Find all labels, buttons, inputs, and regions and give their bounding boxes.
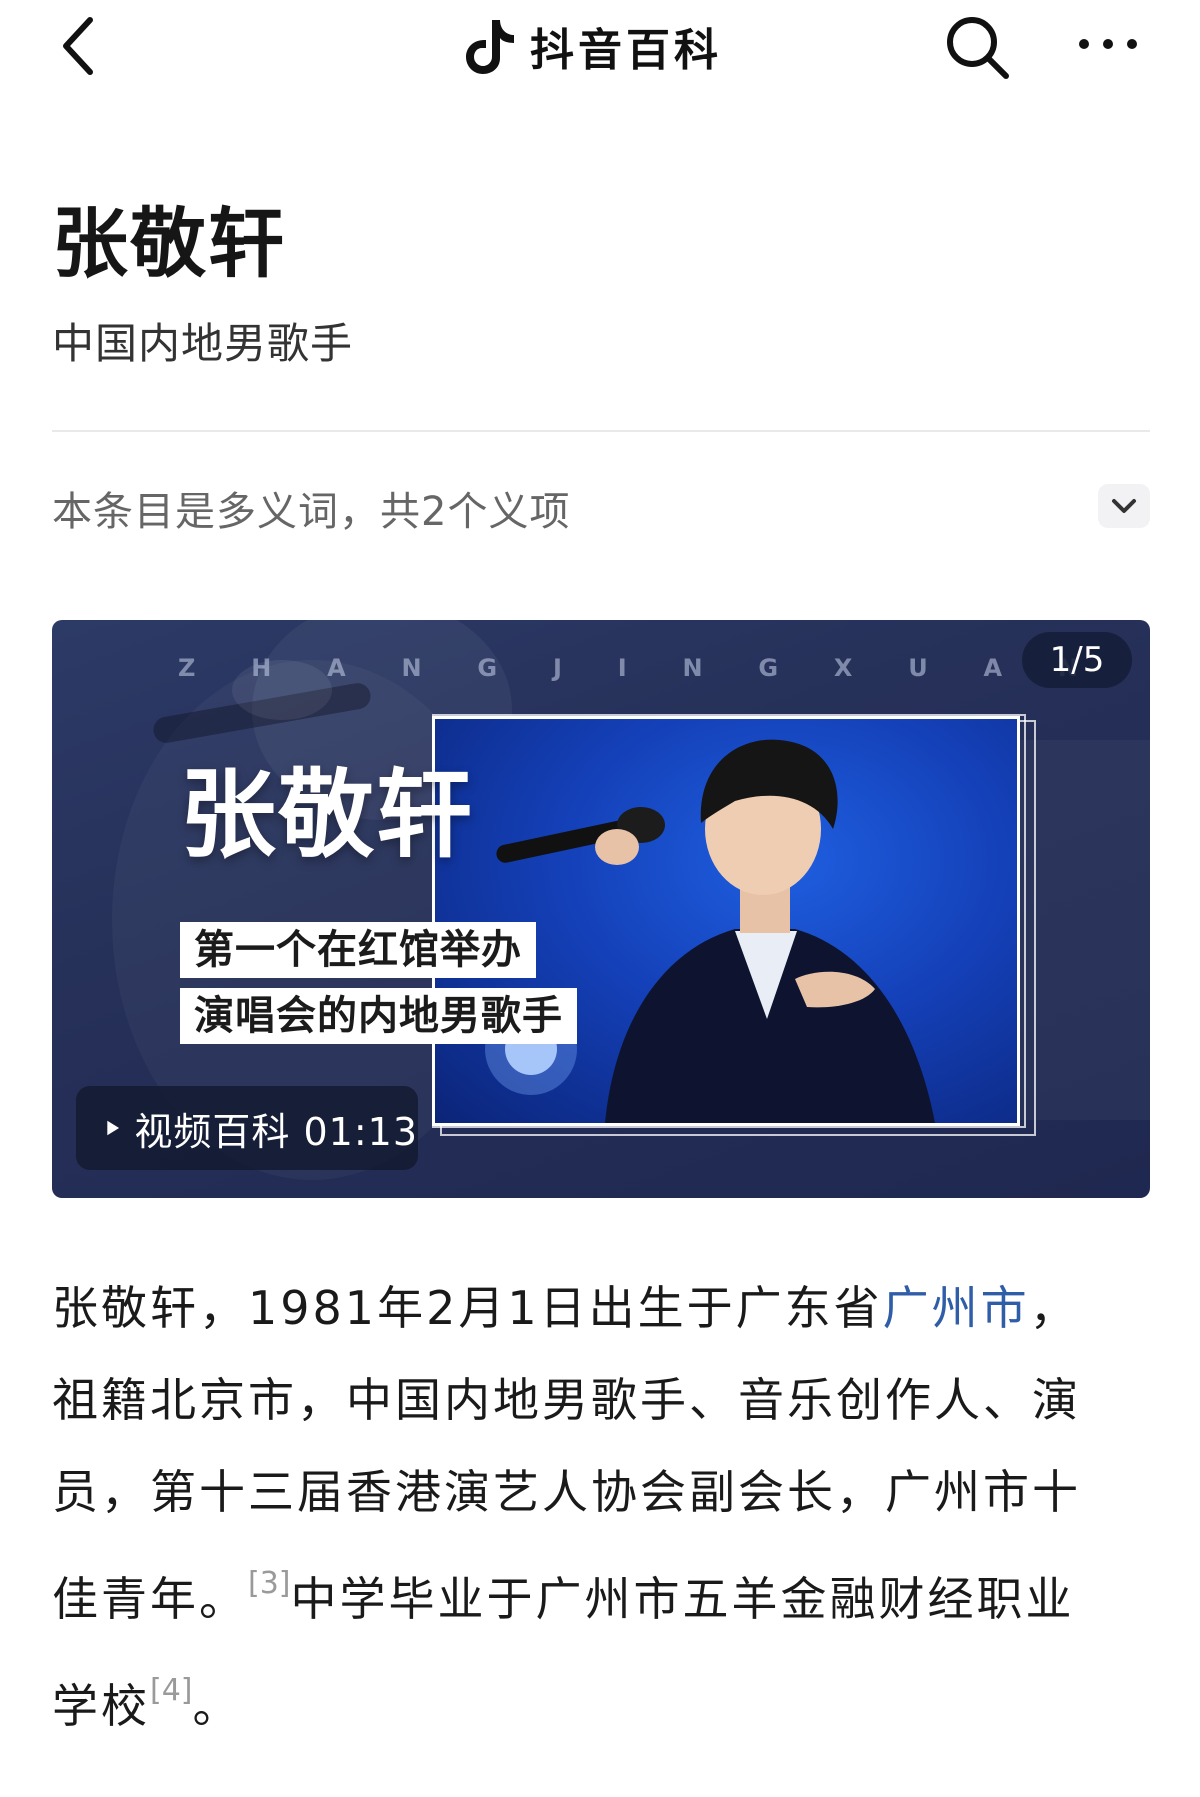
caption-line-2: 演唱会的内地男歌手 [180, 988, 577, 1044]
ticker-letter: N [682, 654, 703, 682]
video-chip-label: 视频百科 01:13 [134, 1109, 418, 1154]
search-icon [947, 17, 1009, 79]
ticker-letter: J [552, 654, 562, 682]
polysemy-note[interactable]: 本条目是多义词，共2个义项 [52, 484, 570, 540]
ticker-letter: Z [178, 654, 196, 682]
divider [52, 430, 1150, 432]
video-encyclopedia-play-chip[interactable]: 视频百科 01:13 [76, 1086, 418, 1170]
douyin-logo-icon [466, 20, 514, 74]
caption-line-1: 第一个在红馆举办 [180, 922, 536, 978]
search-button[interactable] [942, 12, 1014, 84]
pinyin-ticker: Z H A N G J I N G X U A N [178, 654, 1078, 682]
expand-senses-button[interactable] [1098, 484, 1150, 528]
ticker-letter: I [617, 654, 627, 682]
video-card[interactable]: Z H A N G J I N G X U A N 1/5 [52, 620, 1150, 1198]
more-button[interactable] [1076, 24, 1140, 64]
page-title: 张敬轩 [52, 199, 286, 288]
reference-4[interactable]: [4] [150, 1673, 193, 1708]
singer-photo [432, 716, 1020, 1126]
overlay-name-title: 张敬轩 [180, 759, 474, 871]
ticker-letter: G [758, 654, 779, 682]
ticker-letter: U [908, 654, 928, 682]
back-arrow-icon [63, 17, 93, 75]
slide-counter-badge: 1/5 [1022, 632, 1132, 688]
ticker-letter: N [401, 654, 422, 682]
ticker-letter: A [327, 654, 346, 682]
top-navigation-bar: 抖音百科 [0, 0, 1200, 100]
ticker-letter: A [983, 654, 1003, 682]
city-link[interactable]: 广州市 [883, 1281, 1030, 1335]
summary-paragraph: 张敬轩，1981年2月1日出生于广东省广州市，祖籍北京市，中国内地男歌手、音乐创… [52, 1262, 1112, 1752]
encyclopedia-page: 抖音百科 张敬轩 中国内地男歌手 本条目是多义词，共2个义项 Z H A N G… [0, 0, 1200, 1797]
chevron-down-icon [1112, 499, 1136, 513]
ticker-letter: X [833, 654, 853, 682]
ticker-letter: H [251, 654, 272, 682]
back-button[interactable] [52, 14, 112, 78]
brand-title: 抖音百科 [530, 25, 722, 76]
ticker-letter: G [477, 654, 498, 682]
summary-text-part: 。 [192, 1679, 242, 1733]
play-icon [107, 1120, 120, 1136]
more-dots-icon [1079, 39, 1137, 49]
page-subtitle: 中国内地男歌手 [52, 319, 354, 368]
reference-3[interactable]: [3] [248, 1566, 291, 1601]
summary-text-part: 张敬轩，1981年2月1日出生于广东省 [52, 1281, 883, 1335]
singer-illustration [485, 739, 935, 1123]
brand: 抖音百科 [462, 16, 722, 76]
